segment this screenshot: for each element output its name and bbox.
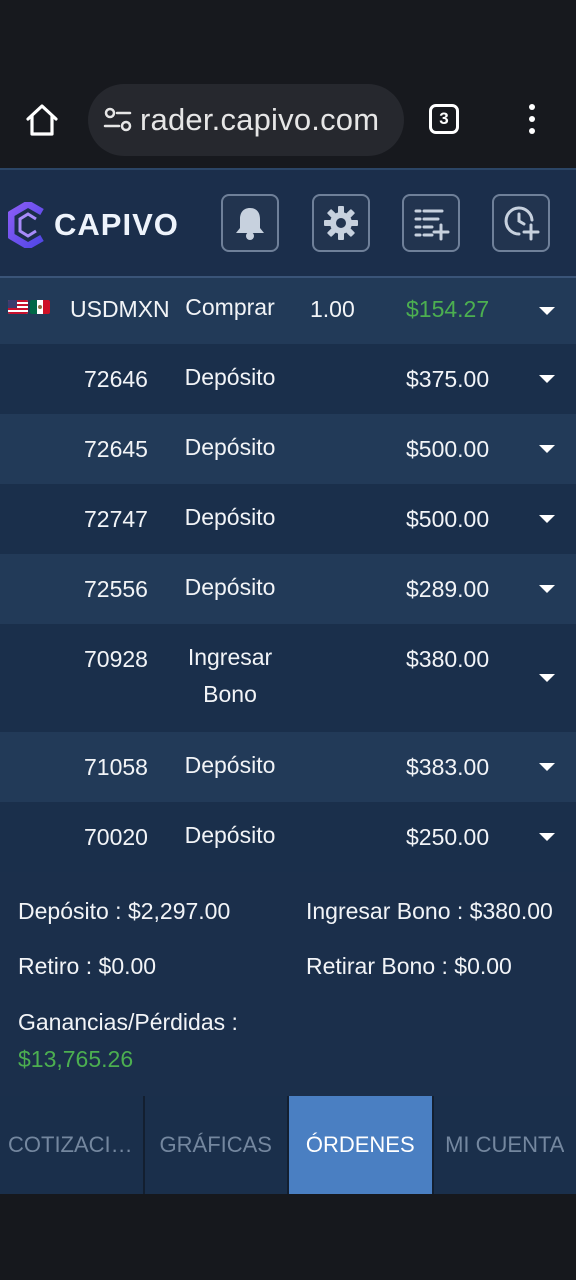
position-row[interactable]: USDMXN Comprar 1.00 $154.27 xyxy=(0,278,576,344)
settings-button[interactable] xyxy=(312,194,370,252)
order-row[interactable]: 72556 Depósito $289.00 xyxy=(0,554,576,624)
order-amount: $289.00 xyxy=(406,576,490,602)
add-clock-icon xyxy=(504,206,540,241)
bell-icon xyxy=(236,208,264,240)
chevron-down-icon[interactable] xyxy=(539,515,555,523)
chevron-down-icon[interactable] xyxy=(539,585,555,593)
order-row[interactable]: 71058 Depósito $383.00 xyxy=(0,732,576,802)
order-id: 71058 xyxy=(84,754,148,780)
profit-loss-value: $13,765.26 xyxy=(18,1046,134,1072)
order-amount: $500.00 xyxy=(406,436,490,462)
profit-loss-label: Ganancias/Pérdidas : xyxy=(18,1009,238,1035)
order-row[interactable]: 70928 Ingresar Bono $380.00 xyxy=(0,624,576,732)
capivo-logo-mark xyxy=(8,202,44,248)
order-type: Depósito xyxy=(184,364,276,390)
chevron-down-icon[interactable] xyxy=(539,833,555,841)
tab-count: 3 xyxy=(439,109,449,128)
position-profit: $154.27 xyxy=(406,296,490,322)
tab-label: ÓRDENES xyxy=(305,1132,415,1157)
order-row[interactable]: 72645 Depósito $500.00 xyxy=(0,414,576,484)
order-id: 72645 xyxy=(84,436,148,462)
tab-orders[interactable]: ÓRDENES xyxy=(289,1096,434,1194)
chevron-down-icon[interactable] xyxy=(539,674,555,682)
order-row[interactable]: 72747 Depósito $500.00 xyxy=(0,484,576,554)
tab-quotes[interactable]: COTIZACIONES xyxy=(0,1096,145,1194)
position-symbol: USDMXN xyxy=(70,296,170,322)
site-settings-icon[interactable] xyxy=(100,102,136,138)
order-type: Depósito xyxy=(184,574,276,600)
order-type: Depósito xyxy=(184,822,276,848)
tab-my-account[interactable]: MI CUENTA xyxy=(434,1096,576,1194)
chevron-down-icon[interactable] xyxy=(539,763,555,771)
order-amount: $383.00 xyxy=(406,754,490,780)
order-id: 70020 xyxy=(84,824,148,850)
position-type: Comprar xyxy=(185,294,275,320)
currency-flags xyxy=(8,300,52,314)
bottom-area xyxy=(0,1194,576,1280)
order-amount: $500.00 xyxy=(406,506,490,532)
order-amount: $375.00 xyxy=(406,366,490,392)
order-row[interactable]: 70020 Depósito $250.00 xyxy=(0,802,576,872)
bonus-out-total: Retirar Bono : $0.00 xyxy=(306,953,512,979)
order-id: 72747 xyxy=(84,506,148,532)
gear-icon xyxy=(324,206,358,240)
tab-label: COTIZACIONES xyxy=(8,1132,135,1157)
pending-order-button[interactable] xyxy=(492,194,550,252)
order-row[interactable]: 72646 Depósito $375.00 xyxy=(0,344,576,414)
order-amount: $250.00 xyxy=(406,824,490,850)
order-id: 72556 xyxy=(84,576,148,602)
bottom-tab-bar: COTIZACIONES GRÁFICAS ÓRDENES MI CUENTA xyxy=(0,1096,576,1194)
more-menu-icon[interactable] xyxy=(520,100,544,140)
order-type: Ingresar Bono xyxy=(187,644,273,707)
tab-label: MI CUENTA xyxy=(445,1132,565,1157)
chevron-down-icon[interactable] xyxy=(539,375,555,383)
tab-label: GRÁFICAS xyxy=(159,1132,272,1157)
chevron-down-icon[interactable] xyxy=(539,307,555,315)
orders-list: USDMXN Comprar 1.00 $154.27 72646 Depósi… xyxy=(0,278,576,872)
deposit-total: Depósito : $2,297.00 xyxy=(18,898,231,924)
order-type: Depósito xyxy=(184,504,276,530)
chevron-down-icon[interactable] xyxy=(539,445,555,453)
tab-charts[interactable]: GRÁFICAS xyxy=(145,1096,289,1194)
browser-toolbar: rader.capivo.com 3 xyxy=(0,0,576,168)
order-type: Depósito xyxy=(184,752,276,778)
new-order-button[interactable] xyxy=(402,194,460,252)
add-list-icon xyxy=(414,209,450,241)
address-bar[interactable]: rader.capivo.com xyxy=(88,84,404,156)
home-icon[interactable] xyxy=(22,100,62,140)
account-summary: Depósito : $2,297.00 Ingresar Bono : $38… xyxy=(0,872,576,1096)
logo-text: CAPIVO xyxy=(54,207,179,242)
bonus-in-total: Ingresar Bono : $380.00 xyxy=(306,898,553,924)
url-text: rader.capivo.com xyxy=(140,102,380,137)
app-header: CAPIVO xyxy=(0,168,576,278)
mx-flag-icon xyxy=(30,300,50,314)
position-volume: 1.00 xyxy=(310,296,355,322)
order-id: 70928 xyxy=(84,646,148,672)
order-id: 72646 xyxy=(84,366,148,392)
order-amount: $380.00 xyxy=(406,646,490,672)
tab-switcher-button[interactable]: 3 xyxy=(429,104,459,134)
withdraw-total: Retiro : $0.00 xyxy=(18,953,157,979)
order-type: Depósito xyxy=(184,434,276,460)
us-flag-icon xyxy=(8,300,28,314)
capivo-logo: CAPIVO xyxy=(8,202,179,248)
notifications-button[interactable] xyxy=(221,194,279,252)
